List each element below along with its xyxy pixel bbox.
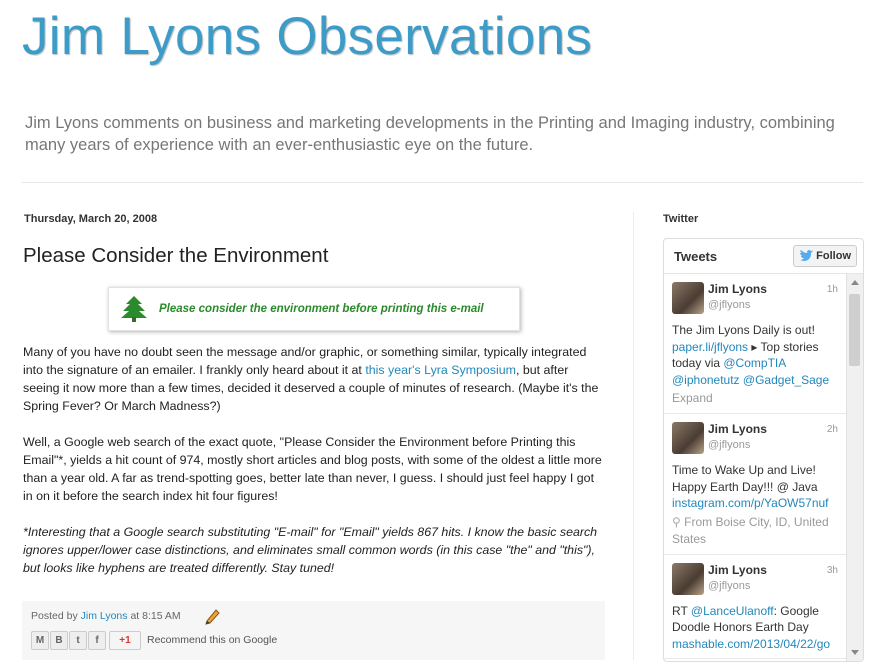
location-text: From Boise City, ID, United States xyxy=(672,514,829,546)
posted-by-label: Posted by xyxy=(31,610,78,622)
lyra-symposium-link[interactable]: this year's Lyra Symposium xyxy=(365,363,516,377)
tweet-time[interactable]: 2h xyxy=(827,424,838,435)
tweet-text-part: Time to Wake Up and Live! Happy Earth Da… xyxy=(672,463,818,494)
tweet-text-part: RT xyxy=(672,603,691,618)
tweet-author-name[interactable]: Jim Lyons xyxy=(708,563,846,578)
tweet-text: Time to Wake Up and Live! Happy Earth Da… xyxy=(672,462,836,512)
tweet-handle[interactable]: @jflyons xyxy=(708,297,846,313)
tweet-mention[interactable]: @iphonetutz xyxy=(672,373,740,387)
tweet[interactable]: Jim Lyons @jflyons 1h The Jim Lyons Dail… xyxy=(664,274,846,414)
location-pin-icon: ⚲ xyxy=(672,514,681,529)
twitter-widget: Tweets Follow Jim Lyons @jflyons 1h The … xyxy=(663,238,864,662)
expand-link[interactable]: Expand xyxy=(672,390,846,407)
email-share-button[interactable]: M xyxy=(31,631,49,650)
post-footer: Posted by Jim Lyons at 8:15 AM M B t f +… xyxy=(22,601,605,660)
tweet-time[interactable]: 1h xyxy=(827,284,838,295)
widget-header: Tweets Follow xyxy=(664,239,863,274)
follow-label: Follow xyxy=(816,250,851,262)
posted-by-line: Posted by Jim Lyons at 8:15 AM xyxy=(31,610,181,622)
header-divider xyxy=(22,182,863,183)
tweet-author-name[interactable]: Jim Lyons xyxy=(708,422,846,437)
tree-icon xyxy=(121,296,147,322)
at-label: at xyxy=(130,610,140,622)
post-date: Thursday, March 20, 2008 xyxy=(24,213,158,225)
column-divider xyxy=(633,212,634,660)
gplus-button[interactable]: +1 xyxy=(109,631,141,650)
follow-button[interactable]: Follow xyxy=(793,245,857,267)
tweet-link[interactable]: paper.li/jflyons xyxy=(672,340,748,354)
tweet[interactable]: Jim Lyons @jflyons 3h RT @LanceUlanoff: … xyxy=(664,555,846,659)
recommend-text: Recommend this on Google xyxy=(147,634,278,646)
banner-text: Please consider the environment before p… xyxy=(159,303,484,315)
avatar[interactable] xyxy=(672,422,704,454)
tweet-list: Jim Lyons @jflyons 1h The Jim Lyons Dail… xyxy=(664,274,846,661)
tweet-location: ⚲ From Boise City, ID, United States xyxy=(672,514,846,548)
blog-share-button[interactable]: B xyxy=(50,631,68,650)
tweet-author-name[interactable]: Jim Lyons xyxy=(708,282,846,297)
scroll-up-arrow[interactable] xyxy=(851,280,859,285)
tweet-text: RT @LanceUlanoff: Google Doodle Honors E… xyxy=(672,603,836,653)
facebook-share-button[interactable]: f xyxy=(88,631,106,650)
tweet-mention[interactable]: @CompTIA xyxy=(723,356,785,370)
tweet-text-part: The Jim Lyons Daily is out! xyxy=(672,323,815,337)
sidebar-title: Twitter xyxy=(663,213,699,225)
widget-title[interactable]: Tweets xyxy=(674,249,717,264)
avatar[interactable] xyxy=(672,562,704,595)
edit-pencil-icon[interactable] xyxy=(204,607,222,625)
tweet-scrollbar[interactable] xyxy=(846,274,863,661)
avatar[interactable] xyxy=(672,282,704,314)
author-link[interactable]: Jim Lyons xyxy=(81,610,128,622)
tweet-handle[interactable]: @jflyons xyxy=(708,437,846,453)
paragraph-1: Many of you have no doubt seen the messa… xyxy=(23,343,605,415)
paragraph-2: Well, a Google web search of the exact q… xyxy=(23,435,602,503)
scroll-down-arrow[interactable] xyxy=(851,650,859,655)
tweet-mention[interactable]: @Gadget_Sage xyxy=(743,373,829,387)
twitter-share-button[interactable]: t xyxy=(69,631,87,650)
blog-title[interactable]: Jim Lyons Observations xyxy=(22,2,592,72)
tweet-mention[interactable]: @LanceUlanoff xyxy=(691,604,774,618)
post-title[interactable]: Please Consider the Environment xyxy=(23,244,328,268)
blog-description: Jim Lyons comments on business and marke… xyxy=(25,114,835,154)
tweet-text: The Jim Lyons Daily is out! paper.li/jfl… xyxy=(672,322,836,388)
post-time-link[interactable]: 8:15 AM xyxy=(142,610,181,622)
share-buttons: M B t f +1 xyxy=(31,631,141,650)
tweet[interactable]: Jim Lyons @jflyons 2h Time to Wake Up an… xyxy=(664,414,846,555)
post-body: Many of you have no doubt seen the messa… xyxy=(23,343,605,595)
environment-banner: Please consider the environment before p… xyxy=(108,287,520,331)
tweet-handle[interactable]: @jflyons xyxy=(708,578,846,594)
scroll-thumb[interactable] xyxy=(849,294,860,366)
tweet-time[interactable]: 3h xyxy=(827,565,838,576)
paragraph-3: *Interesting that a Google search substi… xyxy=(23,525,598,575)
twitter-bird-icon xyxy=(800,250,814,261)
tweet-link[interactable]: mashable.com/2013/04/22/go xyxy=(672,636,830,653)
tweet-link[interactable]: instagram.com/p/YaOW57nuf xyxy=(672,495,829,512)
